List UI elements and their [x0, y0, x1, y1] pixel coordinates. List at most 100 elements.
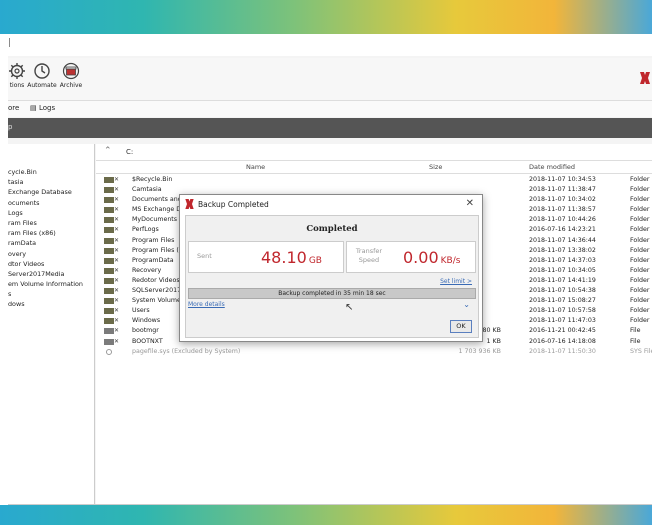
file-date-cell: 2018-11-07 11:38:57: [529, 206, 596, 214]
exclude-mark-icon[interactable]: ✕: [114, 297, 119, 304]
exclude-mark-icon[interactable]: ✕: [114, 327, 119, 334]
file-type-cell: Folder: [630, 226, 650, 234]
view-tabs: ore ▤ Logs: [8, 101, 652, 117]
file-date-cell: 2018-11-07 14:41:19: [529, 276, 596, 284]
file-name-cell: Users: [132, 307, 150, 315]
clock-icon: [34, 63, 50, 79]
dialog-body: Completed Sent 48.10 GB Transfer Speed 0.…: [185, 215, 479, 338]
file-date-cell: 2018-11-07 10:34:05: [529, 266, 596, 274]
exclude-mark-icon[interactable]: ✕: [114, 247, 119, 254]
completed-heading: Completed: [306, 224, 358, 234]
tab-restore[interactable]: ore: [8, 104, 19, 112]
section-header-bar: p: [8, 118, 652, 138]
ribbon-toolbar: tions Automate Archive: [8, 58, 652, 101]
tree-item[interactable]: overy: [8, 250, 94, 260]
tree-item[interactable]: dows: [8, 300, 94, 310]
file-name-cell: bootmgr: [132, 327, 159, 335]
up-arrow-icon[interactable]: ⌃: [104, 146, 112, 156]
exclude-mark-icon[interactable]: ✕: [114, 307, 119, 314]
set-limit-link[interactable]: Set limit >: [440, 278, 472, 285]
tree-item[interactable]: cycle.Bin: [8, 168, 94, 178]
file-date-cell: 2018-11-07 11:50:30: [529, 347, 596, 355]
title-fragment: |: [8, 38, 12, 48]
brand-logo-icon: [640, 72, 650, 86]
file-type-cell: Folder: [630, 287, 650, 295]
exclude-mark-icon[interactable]: ✕: [114, 287, 119, 294]
file-date-cell: 2018-11-07 10:54:38: [529, 287, 596, 295]
file-type-cell: Folder: [630, 266, 650, 274]
speed-value: 0.00: [403, 248, 439, 267]
file-type-cell: Folder: [630, 307, 650, 315]
exclude-mark-icon[interactable]: ✕: [114, 277, 119, 284]
folder-icon: [104, 207, 114, 214]
folder-icon: [104, 197, 114, 204]
file-name-cell: pagefile.sys (Excluded by System): [132, 347, 241, 355]
sent-value-group: 48.10 GB: [261, 248, 322, 267]
tree-item[interactable]: ram Files (x86): [8, 229, 94, 239]
tree-item[interactable]: ocuments: [8, 199, 94, 209]
speed-unit: KB/s: [440, 256, 461, 266]
tree-item[interactable]: ramData: [8, 239, 94, 249]
tree-item[interactable]: Logs: [8, 209, 94, 219]
tree-item[interactable]: tasia: [8, 178, 94, 188]
gear-icon: [9, 63, 25, 79]
exclude-mark-icon[interactable]: ✕: [114, 338, 119, 345]
tree-item[interactable]: s: [8, 290, 94, 300]
exclude-mark-icon[interactable]: ✕: [114, 186, 119, 193]
file-size-cell: 1 703 936 KB: [458, 347, 502, 355]
file-name-cell: PerfLogs: [132, 226, 159, 234]
mouse-cursor-icon: ↖: [345, 302, 354, 313]
tree-item[interactable]: em Volume Information: [8, 280, 94, 290]
column-size[interactable]: Size: [429, 163, 442, 171]
chevron-down-icon[interactable]: ⌄: [463, 300, 470, 309]
tree-item[interactable]: Server2017Media: [8, 270, 94, 280]
file-date-cell: 2018-11-07 14:36:44: [529, 236, 596, 244]
file-name-cell: ProgramData: [132, 256, 174, 264]
tree-item[interactable]: ram Files: [8, 219, 94, 229]
file-date-cell: 2016-07-16 14:23:21: [529, 226, 596, 234]
column-name[interactable]: Name: [246, 163, 265, 171]
progress-bar: Backup completed in 35 min 18 sec: [188, 288, 476, 299]
tab-logs[interactable]: Logs: [39, 104, 55, 112]
tree-item[interactable]: dtor Videos: [8, 260, 94, 270]
file-type-cell: Folder: [630, 276, 650, 284]
automate-button[interactable]: Automate: [27, 62, 57, 89]
logs-icon: ▤: [30, 104, 37, 112]
exclude-mark-icon[interactable]: ✕: [114, 317, 119, 324]
sent-unit: GB: [308, 256, 322, 266]
exclude-mark-icon[interactable]: ✕: [114, 196, 119, 203]
exclude-mark-icon[interactable]: ✕: [114, 226, 119, 233]
tree-item[interactable]: Exchange Database: [8, 188, 94, 198]
file-date-cell: 2018-11-07 15:08:27: [529, 297, 596, 305]
exclude-mark-icon[interactable]: ✕: [114, 257, 119, 264]
column-date-modified[interactable]: Date modified: [529, 163, 575, 171]
folder-icon: [104, 308, 114, 315]
table-row[interactable]: pagefile.sys (Excluded by System) 1 703 9…: [96, 347, 652, 357]
exclude-mark-icon[interactable]: ✕: [114, 206, 119, 213]
file-name-cell: Redotor Videos: [132, 276, 180, 284]
folder-icon: [104, 177, 114, 183]
folder-icon: [104, 298, 114, 305]
file-date-cell: 2018-11-07 10:44:26: [529, 216, 596, 224]
exclude-mark-icon[interactable]: ✕: [114, 216, 119, 223]
file-type-cell: SYS File: [630, 347, 652, 355]
folder-icon: [104, 257, 114, 264]
brand-logo-icon: [185, 199, 194, 211]
folder-tree: cycle.Bin tasia Exchange Database ocumen…: [8, 144, 95, 504]
exclude-mark-icon[interactable]: ✕: [114, 176, 119, 183]
file-date-cell: 2018-11-07 10:34:53: [529, 176, 596, 183]
exclude-mark-icon[interactable]: ✕: [114, 267, 119, 274]
close-icon[interactable]: ✕: [466, 198, 474, 209]
archive-button[interactable]: Archive: [56, 62, 86, 89]
speed-value-group: 0.00 KB/s: [403, 248, 460, 267]
exclude-mark-icon[interactable]: ✕: [114, 237, 119, 244]
file-name-cell: Program Files: [132, 236, 175, 244]
more-details-link[interactable]: More details: [188, 301, 225, 308]
table-row[interactable]: ✕ $Recycle.Bin 2018-11-07 10:34:53 Folder: [96, 175, 652, 185]
column-header: Name Size Date modified: [96, 161, 652, 174]
ok-button[interactable]: OK: [450, 320, 472, 333]
folder-icon: [104, 277, 114, 284]
path-label: C:: [126, 148, 134, 156]
file-name-cell: $Recycle.Bin: [132, 176, 173, 183]
file-icon: [104, 328, 114, 335]
